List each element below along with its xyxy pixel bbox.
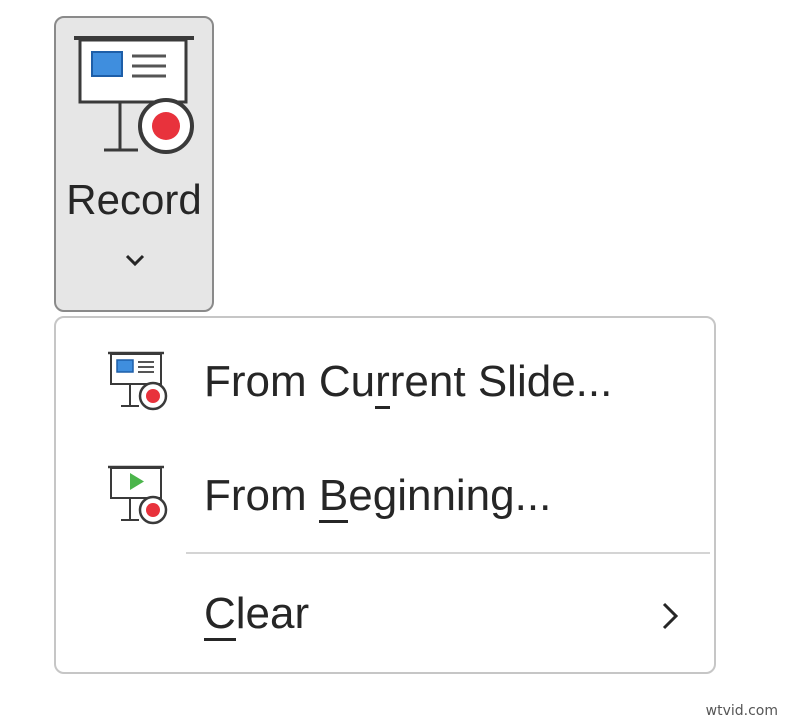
screen-record-icon <box>74 36 194 154</box>
record-button[interactable]: Record <box>54 16 214 312</box>
chevron-down-icon[interactable] <box>118 250 152 272</box>
chevron-right-icon <box>662 602 679 630</box>
menu-item-from-current-slide[interactable]: From Current Slide... <box>56 326 714 438</box>
record-label: Record <box>66 176 202 223</box>
menu-item-clear[interactable]: Clear <box>56 558 714 670</box>
mnemonic-underline: C <box>204 589 236 641</box>
watermark: wtvid.com <box>705 703 778 719</box>
record-from-current-slide-icon <box>108 351 168 411</box>
record-dropdown-menu: From Current Slide... From Beginning... … <box>54 316 716 674</box>
menu-separator <box>186 552 710 554</box>
menu-item-from-beginning[interactable]: From Beginning... <box>56 440 714 552</box>
record-from-beginning-icon <box>108 465 168 525</box>
mnemonic-underline: B <box>318 471 349 523</box>
menu-item-label: From Current Slide... <box>204 356 612 409</box>
menu-item-label: Clear <box>204 588 309 641</box>
mnemonic-underline: r <box>375 357 390 409</box>
menu-item-label: From Beginning... <box>204 470 551 523</box>
